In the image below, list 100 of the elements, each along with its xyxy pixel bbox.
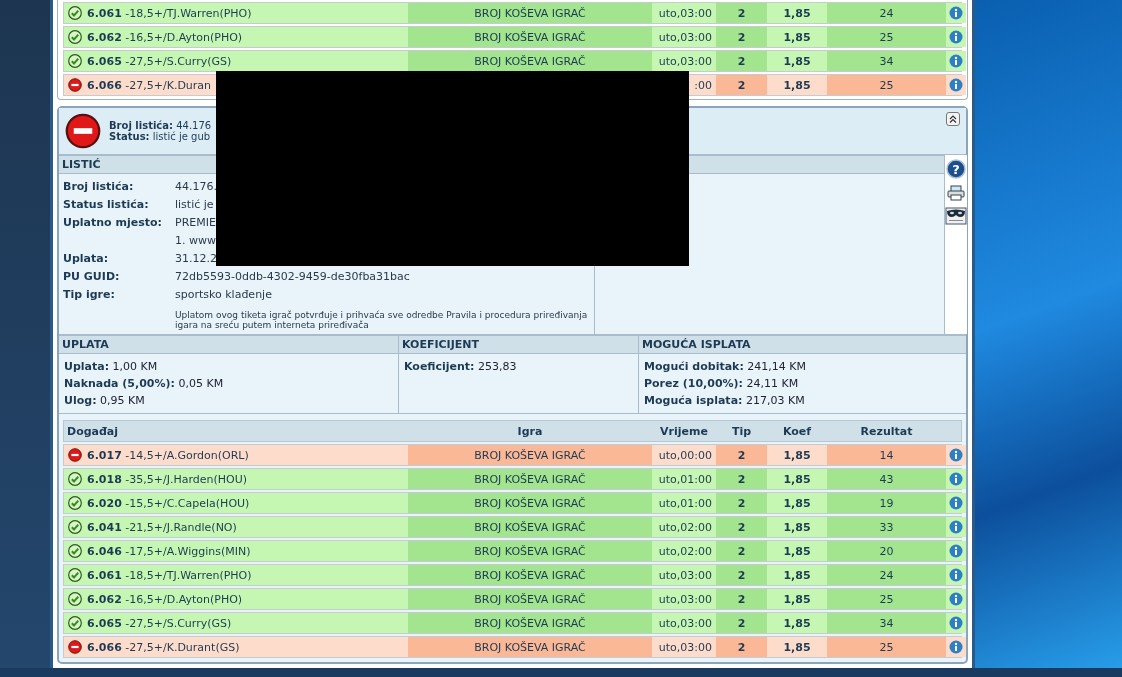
event-name: 6.041 -21,5+/J.Randle(NO) xyxy=(87,520,237,534)
detail-value: 72db5593-0ddb-4302-9459-de30fba31bac xyxy=(175,270,411,284)
tip-value: 2 xyxy=(737,30,746,44)
detail-value: 1. www. xyxy=(175,234,220,248)
ticket-summary-line: Broj listića: 44.176 xyxy=(109,120,213,131)
column-header: Igra xyxy=(517,424,543,438)
info-icon[interactable] xyxy=(949,30,963,44)
info-icon[interactable] xyxy=(949,544,963,558)
info-icon[interactable] xyxy=(949,78,963,92)
info-icon[interactable] xyxy=(949,448,963,462)
odds-value: 1,85 xyxy=(783,54,811,68)
event-time: uto,03:00 xyxy=(658,568,712,582)
column-header: Događaj xyxy=(67,424,119,438)
detail-label: Uplatno mjesto: xyxy=(63,216,163,230)
odds-value: 1,85 xyxy=(783,30,811,44)
collapse-button[interactable] xyxy=(946,112,960,126)
info-icon[interactable] xyxy=(949,54,963,68)
result-value: 19 xyxy=(879,496,894,510)
game-name: BROJ KOŠEVA IGRAČ xyxy=(474,472,586,486)
column-header: Vrijeme xyxy=(660,424,708,438)
info-icon[interactable] xyxy=(949,592,963,606)
game-name: BROJ KOŠEVA IGRAČ xyxy=(474,54,586,68)
event-time: uto,01:00 xyxy=(658,496,712,510)
odds-value: 1,85 xyxy=(783,568,811,582)
result-value: 43 xyxy=(879,472,894,486)
info-icon[interactable] xyxy=(949,520,963,534)
amount-line: Koeficijent: 253,83 xyxy=(404,360,518,373)
help-icon[interactable]: ? xyxy=(946,159,966,179)
game-name: BROJ KOŠEVA IGRAČ xyxy=(474,544,586,558)
tip-value: 2 xyxy=(737,448,746,462)
mask-icon[interactable] xyxy=(945,207,967,225)
event-name: 6.062 -16,5+/D.Ayton(PHO) xyxy=(87,592,243,606)
event-time: uto,02:00 xyxy=(658,520,712,534)
result-value: 24 xyxy=(879,6,894,20)
game-name: BROJ KOŠEVA IGRAČ xyxy=(474,592,586,606)
event-time: :00 xyxy=(694,78,712,92)
event-name: 6.065 -27,5+/S.Curry(GS) xyxy=(87,616,232,630)
event-time: uto,03:00 xyxy=(658,640,712,654)
amount-line: Naknada (5,00%): 0,05 KM xyxy=(64,377,225,390)
event-time: uto,03:00 xyxy=(658,54,712,68)
info-icon[interactable] xyxy=(949,6,963,20)
result-value: 34 xyxy=(879,616,894,630)
event-time: uto,03:00 xyxy=(658,616,712,630)
info-icon[interactable] xyxy=(949,640,963,654)
odds-value: 1,85 xyxy=(783,544,811,558)
game-name: BROJ KOŠEVA IGRAČ xyxy=(474,6,586,20)
odds-value: 1,85 xyxy=(783,78,811,92)
tip-value: 2 xyxy=(737,496,746,510)
info-icon[interactable] xyxy=(949,472,963,486)
ticket-summary-line: Status: listić je gub xyxy=(109,131,212,142)
tip-value: 2 xyxy=(737,544,746,558)
event-name: 6.020 -15,5+/C.Capela(HOU) xyxy=(87,496,250,510)
result-value: 25 xyxy=(879,78,894,92)
amount-line: Uplata: 1,00 KM xyxy=(64,360,159,373)
tip-value: 2 xyxy=(737,520,746,534)
odds-value: 1,85 xyxy=(783,496,811,510)
section-title: MOGUĆA ISPLATA xyxy=(642,338,751,351)
event-time: uto,03:00 xyxy=(658,592,712,606)
tip-value: 2 xyxy=(737,592,746,606)
game-name: BROJ KOŠEVA IGRAČ xyxy=(474,520,586,534)
terms-notice: Uplatom ovog tiketa igrač potvrđuje i prihvaća sve odredbe Pravila i procedura priređivanja igara na sreću putem interneta priređivača xyxy=(175,309,589,330)
odds-value: 1,85 xyxy=(783,520,811,534)
detail-value: listić je xyxy=(175,198,215,212)
info-icon[interactable] xyxy=(949,568,963,582)
column-header: Koef xyxy=(782,424,812,438)
detail-label: Broj listića: xyxy=(63,180,135,194)
odds-value: 1,85 xyxy=(783,640,811,654)
event-time: uto,00:00 xyxy=(658,448,712,462)
event-name: 6.061 -18,5+/TJ.Warren(PHO) xyxy=(87,568,252,582)
odds-value: 1,85 xyxy=(783,472,811,486)
event-name: 6.017 -14,5+/A.Gordon(ORL) xyxy=(87,448,249,462)
tip-value: 2 xyxy=(737,78,746,92)
odds-value: 1,85 xyxy=(783,616,811,630)
double-chevron-up-icon xyxy=(948,114,958,124)
column-header: Rezultat xyxy=(860,424,913,438)
game-name: BROJ KOŠEVA IGRAČ xyxy=(474,568,586,582)
odds-value: 1,85 xyxy=(783,448,811,462)
info-icon[interactable] xyxy=(949,616,963,630)
game-name: BROJ KOŠEVA IGRAČ xyxy=(474,616,586,630)
column-header: Tip xyxy=(731,424,752,438)
result-value: 24 xyxy=(879,568,894,582)
tip-value: 2 xyxy=(737,568,746,582)
info-icon[interactable] xyxy=(949,496,963,510)
event-name: 6.066 -27,5+/K.Durant(GS) xyxy=(87,640,240,654)
result-value: 20 xyxy=(879,544,894,558)
detail-value: 44.176. xyxy=(175,180,218,194)
tip-value: 2 xyxy=(737,472,746,486)
printer-icon[interactable] xyxy=(947,185,965,201)
event-name: 6.061 -18,5+/TJ.Warren(PHO) xyxy=(87,6,252,20)
game-name: BROJ KOŠEVA IGRAČ xyxy=(474,640,586,654)
result-value: 25 xyxy=(879,592,894,606)
odds-value: 1,85 xyxy=(783,6,811,20)
event-time: uto,03:00 xyxy=(658,6,712,20)
result-value: 34 xyxy=(879,54,894,68)
event-name: 6.065 -27,5+/S.Curry(GS) xyxy=(87,54,232,68)
result-value: 33 xyxy=(879,520,894,534)
amount-line: Ulog: 0,95 KM xyxy=(64,394,146,407)
tip-value: 2 xyxy=(737,6,746,20)
event-name: 6.062 -16,5+/D.Ayton(PHO) xyxy=(87,30,243,44)
event-name: 6.018 -35,5+/J.Harden(HOU) xyxy=(87,472,248,486)
